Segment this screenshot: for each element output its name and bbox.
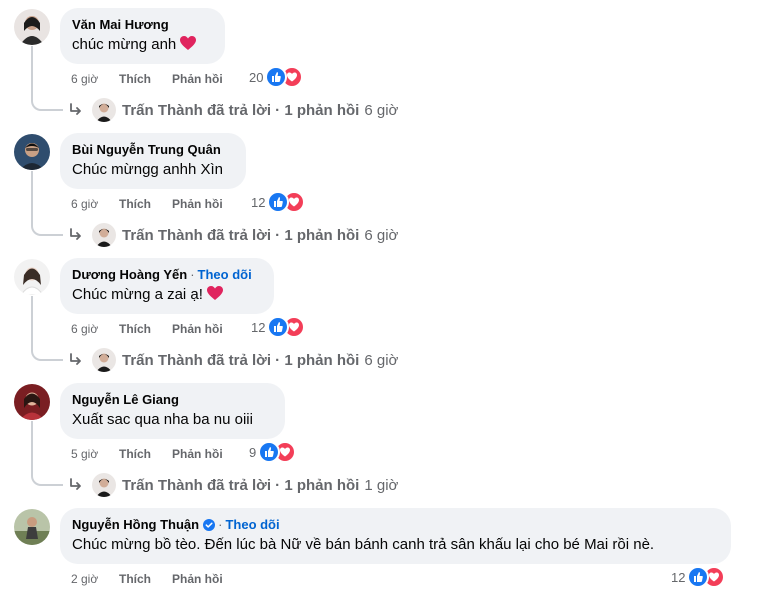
reply-summary: Trấn Thành đã trả lời · 1 phản hồi [122, 101, 360, 119]
reaction-count: 9 [249, 444, 257, 460]
avatar[interactable] [14, 509, 50, 545]
view-replies-link[interactable]: Trấn Thành đã trả lời · 1 phản hồi 6 giờ [68, 223, 398, 247]
comment-time[interactable]: 2 giờ [71, 572, 98, 586]
heart-emoji-icon [180, 36, 197, 50]
reaction-summary[interactable]: 9 [249, 441, 297, 463]
reply-time: 1 giờ [364, 476, 399, 494]
comment-time[interactable]: 6 giờ [71, 197, 98, 211]
comment-author[interactable]: Nguyễn Lê Giang [72, 391, 273, 408]
thread-line [31, 421, 33, 471]
reply-button[interactable]: Phản hồi [172, 322, 223, 336]
follow-button[interactable]: Theo dõi [198, 266, 252, 283]
reply-arrow-icon [70, 353, 81, 365]
comment: Dương Hoàng Yến · Theo dõi Chúc mừng a zai… [0, 250, 761, 375]
heart-emoji-icon [206, 286, 223, 300]
comment-bubble: Nguyễn Hồng Thuận · Theo dõi Chúc mừng bồ … [60, 508, 731, 564]
view-replies-link[interactable]: Trấn Thành đã trả lời · 1 phản hồi 6 giờ [68, 348, 398, 372]
like-reaction-icon [267, 316, 290, 338]
comment: Nguyễn Hồng Thuận · Theo dõi Chúc mừng bồ … [0, 500, 761, 596]
comment-author[interactable]: Nguyễn Hồng Thuận · Theo dõi [72, 516, 719, 533]
reply-button[interactable]: Phản hồi [172, 572, 223, 586]
replier-avatar [92, 98, 116, 122]
avatar[interactable] [14, 384, 50, 420]
like-reaction-icon [687, 566, 710, 588]
reply-arrow-icon [70, 228, 81, 240]
comment-text: Chúc mừngg anhh Xìn [72, 161, 223, 178]
reply-time: 6 giờ [364, 226, 399, 244]
avatar[interactable] [14, 9, 50, 45]
verified-badge-icon [203, 518, 216, 531]
reply-arrow-icon [70, 103, 81, 115]
reply-summary: Trấn Thành đã trả lời · 1 phản hồi [122, 226, 360, 244]
comment: Bùi Nguyễn Trung Quân Chúc mừngg anhh Xì… [0, 125, 761, 250]
like-button[interactable]: Thích [119, 197, 151, 211]
reply-button[interactable]: Phản hồi [172, 197, 223, 211]
reply-summary: Trấn Thành đã trả lời · 1 phản hồi [122, 351, 360, 369]
avatar[interactable] [14, 259, 50, 295]
comment-author[interactable]: Bùi Nguyễn Trung Quân [72, 141, 234, 158]
reaction-count: 20 [249, 69, 264, 85]
like-reaction-icon [267, 191, 290, 213]
reaction-summary[interactable]: 12 [251, 191, 306, 213]
reply-summary: Trấn Thành đã trả lời · 1 phản hồi [122, 476, 360, 494]
comment-text: Chúc mừng a zai ạ! [72, 285, 262, 305]
reaction-count: 12 [251, 319, 266, 335]
like-button[interactable]: Thích [119, 572, 151, 586]
thread-curve [31, 345, 63, 361]
comment: Văn Mai Hương chúc mừng anh 6 giờ Thích … [0, 0, 761, 125]
view-replies-link[interactable]: Trấn Thành đã trả lời · 1 phản hồi 6 giờ [68, 98, 398, 122]
comment-author[interactable]: Dương Hoàng Yến · Theo dõi [72, 266, 262, 283]
comment-text: Xuất sac qua nha ba nu oiii [72, 411, 253, 428]
comment-text: chúc mừng anh [72, 35, 213, 55]
comment-time[interactable]: 6 giờ [71, 322, 98, 336]
avatar[interactable] [14, 134, 50, 170]
comment-text: Chúc mừng bồ tèo. Đến lúc bà Nữ về bán b… [72, 536, 655, 553]
like-reaction-icon [265, 66, 288, 88]
like-button[interactable]: Thích [119, 72, 151, 86]
comment: Nguyễn Lê Giang Xuất sac qua nha ba nu o… [0, 375, 761, 500]
reply-arrow-icon [70, 478, 81, 490]
replier-avatar [92, 473, 116, 497]
reply-button[interactable]: Phản hồi [172, 72, 223, 86]
view-replies-link[interactable]: Trấn Thành đã trả lời · 1 phản hồi 1 giờ [68, 473, 398, 497]
comment-bubble: Dương Hoàng Yến · Theo dõi Chúc mừng a zai… [60, 258, 274, 314]
thread-line [31, 296, 33, 346]
reaction-summary[interactable]: 20 [249, 66, 304, 88]
reaction-summary[interactable]: 12 [671, 566, 726, 588]
replier-avatar [92, 223, 116, 247]
thread-curve [31, 470, 63, 486]
thread-line [31, 171, 33, 221]
thread-curve [31, 220, 63, 236]
replier-avatar [92, 348, 116, 372]
comment-bubble: Bùi Nguyễn Trung Quân Chúc mừngg anhh Xì… [60, 133, 246, 189]
reaction-count: 12 [671, 569, 686, 585]
reply-button[interactable]: Phản hồi [172, 447, 223, 461]
comment-bubble: Văn Mai Hương chúc mừng anh [60, 8, 225, 64]
like-reaction-icon [258, 441, 281, 463]
reply-time: 6 giờ [364, 351, 399, 369]
comment-author[interactable]: Văn Mai Hương [72, 16, 213, 33]
reaction-count: 12 [251, 194, 266, 210]
comment-time[interactable]: 5 giờ [71, 447, 98, 461]
like-button[interactable]: Thích [119, 447, 151, 461]
reaction-summary[interactable]: 12 [251, 316, 306, 338]
comment-time[interactable]: 6 giờ [71, 72, 98, 86]
comment-bubble: Nguyễn Lê Giang Xuất sac qua nha ba nu o… [60, 383, 285, 439]
follow-button[interactable]: Theo dõi [225, 516, 279, 533]
like-button[interactable]: Thích [119, 322, 151, 336]
thread-line [31, 46, 33, 96]
reply-time: 6 giờ [364, 101, 399, 119]
thread-curve [31, 95, 63, 111]
